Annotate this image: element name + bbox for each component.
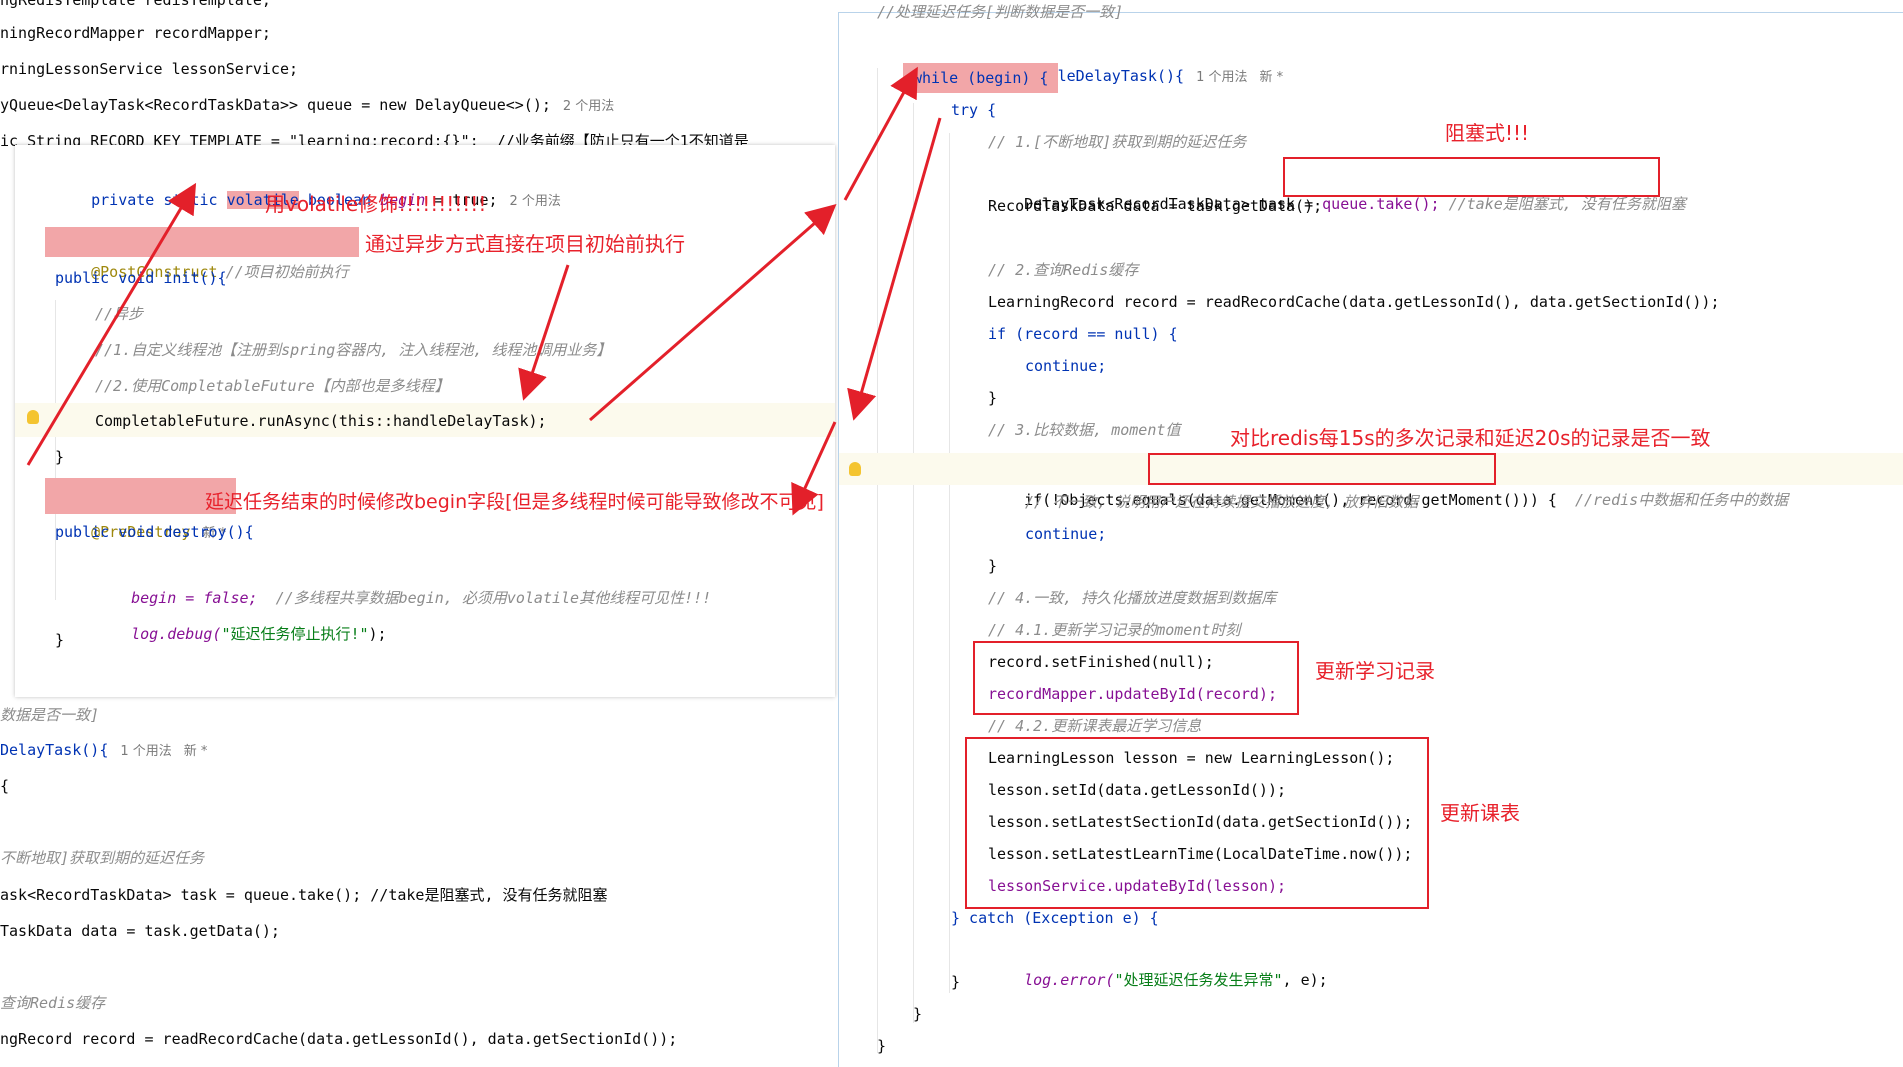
bg-method-name: DelayTask(){ (0, 741, 109, 759)
code-line-data: RecordTaskData data = task.getData(); (988, 197, 1323, 215)
bg-code-text: yQueue<DelayTask<RecordTaskData>> queue … (0, 96, 551, 114)
code-line-init: public void init(){ (55, 263, 227, 293)
code-comment: // 4.一致, 持久化播放进度数据到数据库 (988, 589, 1277, 607)
update-record-note: 更新学习记录 (1315, 659, 1435, 683)
lightbulb-icon[interactable] (849, 462, 861, 476)
usage-hint[interactable]: 2 个用法 (510, 194, 561, 209)
post-construct-line: @PostConstruct//项目初始前执行 (45, 227, 359, 281)
code-line-read-cache: LearningRecord record = readRecordCache(… (988, 293, 1720, 311)
code-text: ); (368, 625, 387, 643)
highlight-box-update-lesson (965, 737, 1429, 909)
highlight-box-update-record (973, 641, 1299, 715)
code-comment: //redis中数据和任务中的数据 (1574, 491, 1789, 509)
code-line-if-null: if (record == null) { (988, 319, 1178, 349)
code-line-brace: } (988, 557, 998, 575)
lightbulb-icon[interactable] (27, 410, 39, 424)
bg-code-line: 不断地取]获取到期的延迟任务 (0, 849, 205, 867)
usage-hint[interactable]: 2 个用法 (563, 99, 614, 114)
code-line-brace: } (988, 389, 998, 407)
code-text: log.error( (1024, 971, 1115, 989)
while-statement: while (begin) { (913, 69, 1049, 87)
bg-code-line: ngRedisTemplate redisTemplate; (0, 0, 271, 9)
code-line-continue: continue; (1025, 357, 1107, 375)
bg-code-line: ningRecordMapper recordMapper; (0, 24, 271, 42)
new-hint[interactable]: 新 * (1259, 70, 1283, 85)
code-line-brace: } (55, 448, 65, 466)
bg-code-line: ngRecord record = readRecordCache(data.g… (0, 1030, 678, 1048)
code-line-try: try { (951, 101, 997, 119)
bg-code-line: DelayTask(){ 1 个用法新 * (0, 735, 207, 765)
code-line-brace: } (913, 1005, 923, 1023)
code-comment: //take是阻塞式, 没有任务就阻塞 (1439, 195, 1686, 213)
code-text: } catch (Exception e) { (951, 909, 1159, 927)
code-text: if (record == null) { (988, 325, 1178, 343)
code-comment: //处理延迟任务[判断数据是否一致] (877, 3, 1124, 21)
bg-code-line: ask<RecordTaskData> task = queue.take();… (0, 886, 608, 904)
code-comment: // 2.查询Redis缓存 (988, 261, 1139, 279)
code-line-brace: } (951, 973, 961, 991)
bg-code-line: 查询Redis缓存 (0, 994, 106, 1012)
bg-code-line: yQueue<DelayTask<RecordTaskData>> queue … (0, 90, 614, 120)
bg-code-line: rningLessonService lessonService; (0, 60, 299, 78)
code-comment: //2.使用CompletableFuture【内部也是多线程】 (95, 377, 450, 395)
code-line-begin: begin = false;//多线程共享数据begin, 必须用volatil… (95, 553, 711, 607)
code-comment: //异步 (95, 305, 144, 323)
code-line-brace: } (55, 631, 65, 649)
code-line-destroy: public void destroy(){ (55, 517, 254, 547)
code-line-log-debug: log.debug("延迟任务停止执行!"); (95, 589, 386, 643)
queue-take-call: queue.take(); (1322, 195, 1440, 213)
async-note: 通过异步方式直接在项目初始前执行 (365, 232, 685, 256)
update-lesson-note: 更新课表 (1440, 801, 1520, 825)
indent-guide (913, 103, 914, 1023)
method-signature: public void init(){ (55, 269, 227, 287)
usage-hint[interactable]: 1 个用法 (1196, 70, 1247, 85)
highlight-box-queue-take (1283, 157, 1660, 197)
bg-code-line: { (0, 777, 10, 795)
code-text: , e); (1282, 971, 1328, 989)
highlight-box-compare (1148, 453, 1496, 485)
indent-guide (877, 68, 878, 1053)
blocking-note: 阻塞式!!! (1445, 121, 1530, 145)
string-literal: "延迟任务停止执行!" (221, 625, 369, 643)
method-signature: public void destroy(){ (55, 523, 254, 541)
bg-code-line: 数据是否一致] (0, 706, 100, 724)
keyword: private static (91, 191, 227, 209)
code-line-method: public void handleDelayTask(){1 个用法新 * (877, 31, 1283, 85)
indent-guide (949, 133, 950, 993)
compare-note: 对比redis每15s的多次记录和延迟20s的记录是否一致 (1230, 426, 1711, 450)
code-line-field: private static volatile boolean begin = … (55, 155, 561, 209)
usage-hint[interactable]: 1 个用法 (120, 744, 171, 759)
bg-code-line: TaskData data = task.getData(); (0, 922, 280, 940)
code-comment: // 3.比较数据, moment值 (988, 421, 1181, 439)
code-line-log-error: log.error("处理延迟任务发生异常", e); (988, 935, 1328, 989)
while-line: while (begin) { (903, 63, 1059, 93)
volatile-note: 用volatile修饰!!!!!!!!!!! (265, 192, 487, 216)
code-line-brace: } (877, 1037, 887, 1055)
code-line-run-async: CompletableFuture.runAsync(this::handleD… (95, 412, 547, 430)
new-hint[interactable]: 新 * (184, 744, 208, 759)
code-line-continue: continue; (1025, 525, 1107, 543)
code-comment: // 1.[不断地取]获取到期的延迟任务 (988, 133, 1247, 151)
code-comment: // 不一致, 说明用户还在持续提交播放进度, 放弃旧数据 (1025, 493, 1419, 511)
code-text: log.debug( (131, 625, 222, 643)
destroy-note: 延迟任务结束的时候修改begin字段[但是多线程时候可能导致修改不可见] (205, 491, 824, 513)
code-comment: //项目初始前执行 (225, 263, 349, 281)
string-literal: "处理延迟任务发生异常" (1114, 971, 1283, 989)
code-comment: //1.自定义线程池【注册到spring容器内, 注入线程池, 线程池调用业务】 (95, 341, 612, 359)
